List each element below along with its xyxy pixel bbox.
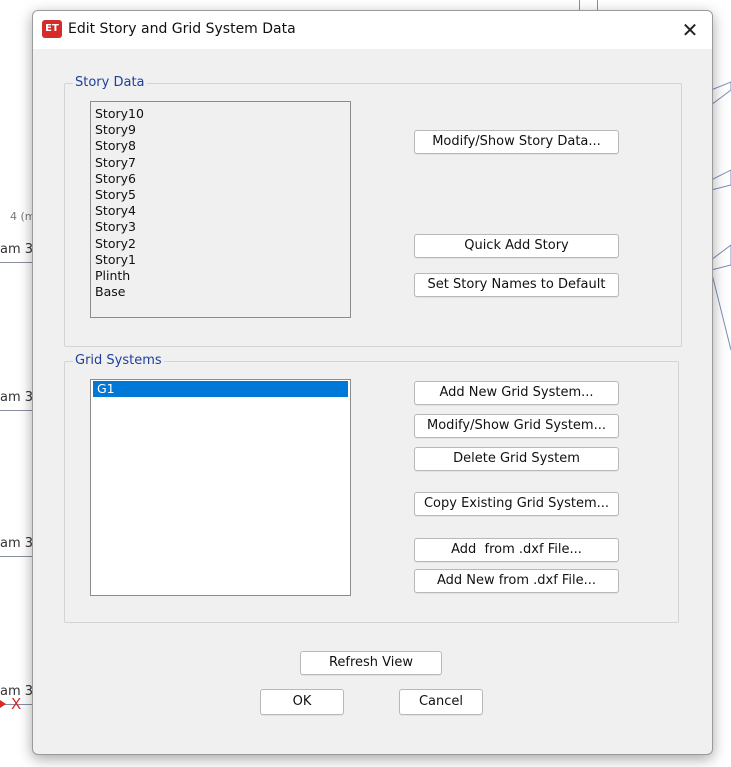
add-new-grid-system-button[interactable]: Add New Grid System... (414, 381, 619, 405)
axis-x-icon: X (11, 695, 22, 713)
grid-system-list[interactable]: G1 (90, 379, 351, 596)
story-list-item[interactable]: Story5 (91, 187, 350, 203)
story-list[interactable]: Story10 Story9 Story8 Story7 Story6 Stor… (90, 101, 351, 318)
refresh-view-button[interactable]: Refresh View (300, 651, 442, 675)
modify-show-grid-system-button[interactable]: Modify/Show Grid System... (414, 414, 619, 438)
grid-system-list-item[interactable]: G1 (93, 381, 348, 398)
add-from-dxf-button[interactable]: Add from .dxf File... (414, 538, 619, 562)
story-list-item[interactable]: Story3 (91, 219, 350, 235)
story-list-item[interactable]: Story7 (91, 155, 350, 171)
set-story-names-default-button[interactable]: Set Story Names to Default (414, 273, 619, 297)
story-list-item[interactable]: Story1 (91, 252, 350, 268)
bg-beam-line (0, 410, 32, 411)
add-new-from-dxf-button[interactable]: Add New from .dxf File... (414, 569, 619, 593)
etabs-app-icon: ET (42, 20, 62, 38)
quick-add-story-button[interactable]: Quick Add Story (414, 234, 619, 258)
close-icon[interactable]: ✕ (668, 11, 712, 49)
story-data-legend: Story Data (73, 75, 147, 90)
bg-vertical-line (597, 0, 598, 10)
title-bar[interactable]: ET Edit Story and Grid System Data ✕ (33, 11, 712, 49)
edit-story-grid-dialog: ET Edit Story and Grid System Data ✕ Sto… (32, 10, 713, 755)
axis-arrow-icon (0, 700, 6, 708)
story-list-item[interactable]: Plinth (91, 268, 350, 284)
story-list-item[interactable]: Story10 (91, 106, 350, 122)
copy-existing-grid-system-button[interactable]: Copy Existing Grid System... (414, 492, 619, 516)
story-list-item[interactable]: Story6 (91, 171, 350, 187)
modify-show-story-data-button[interactable]: Modify/Show Story Data... (414, 130, 619, 154)
dialog-title: Edit Story and Grid System Data (68, 21, 296, 37)
story-list-item[interactable]: Story9 (91, 122, 350, 138)
bg-wireframe-lines (711, 81, 731, 351)
story-list-item[interactable]: Base (91, 284, 350, 300)
story-list-item[interactable]: Story4 (91, 203, 350, 219)
story-list-item[interactable]: Story2 (91, 236, 350, 252)
story-list-item[interactable]: Story8 (91, 138, 350, 154)
cancel-button[interactable]: Cancel (399, 689, 483, 715)
ok-button[interactable]: OK (260, 689, 344, 715)
bg-vertical-line (579, 0, 580, 10)
delete-grid-system-button[interactable]: Delete Grid System (414, 447, 619, 471)
bg-beam-line (0, 556, 32, 557)
grid-systems-legend: Grid Systems (73, 353, 164, 368)
bg-beam-line (0, 262, 32, 263)
